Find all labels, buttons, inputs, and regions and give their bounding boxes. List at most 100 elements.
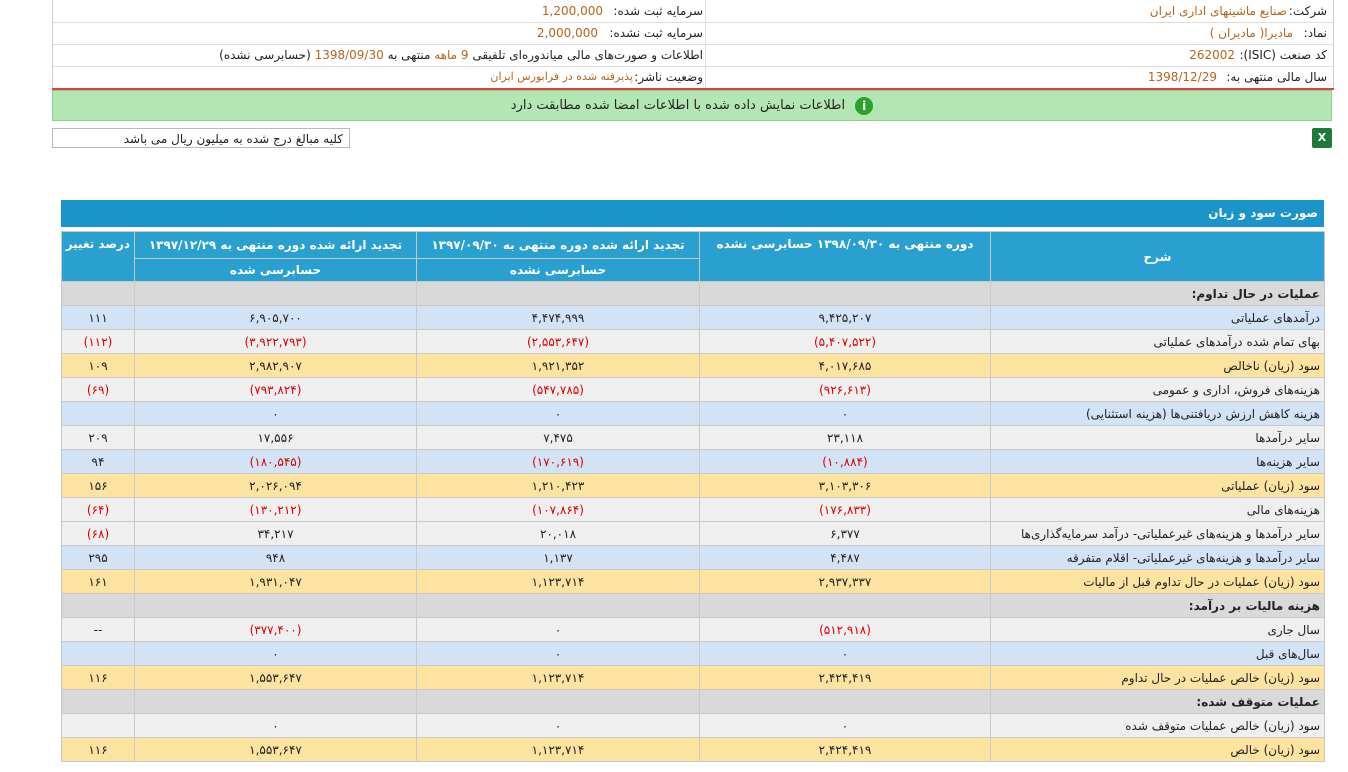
publisher-status-label: وضعیت ناشر: [634, 70, 703, 84]
row-label: سال جاری [990, 617, 1325, 642]
row-value-c2: (۵۴۷,۷۸۵) [416, 377, 700, 402]
row-value-c3: ۲,۰۲۶,۰۹۴ [134, 473, 417, 498]
row-value-c4: (۶۸) [61, 521, 135, 546]
table-row: سود (زیان) خالص عملیات در حال تداوم ۲,۴۲۴… [61, 665, 1325, 690]
isic-value: 262002 [1189, 48, 1235, 62]
info-row-isic: کد صنعت (ISIC): 262002 اطلاعات و صورت‌ها… [53, 44, 1333, 67]
isic-label: کد صنعت (ISIC): [1239, 48, 1327, 62]
row-value-c2: ۷,۴۷۵ [416, 425, 700, 450]
row-label: سود (زیان) خالص [990, 737, 1325, 762]
company-value[interactable]: صنایع ماشینهای اداری ایران [1150, 0, 1287, 22]
row-value-c2: ۱,۱۲۳,۷۱۴ [416, 569, 700, 594]
row-value-c1: (۱۷۶,۸۳۳) [699, 497, 991, 522]
row-value-c4 [61, 641, 135, 666]
table-row: سایر هزینه‌ها (۱۰,۸۸۴) (۱۷۰,۶۱۹) (۱۸۰,۵۴۵) ۹… [61, 449, 1325, 474]
row-value-c2: ۱,۱۳۷ [416, 545, 700, 570]
row-value-c4: -- [61, 617, 135, 642]
table-row: هزینه‌های فروش، اداری و عمومی (۹۲۶,۶۱۳) (۵… [61, 377, 1325, 402]
registered-capital-value: 1,200,000 [541, 4, 603, 18]
row-value-c4: ۱۱۱ [61, 305, 135, 330]
report-status: (حسابرسی نشده) [219, 48, 311, 62]
row-value-c2: ۰ [416, 401, 700, 426]
header-change-percent: درصد تغییر [61, 231, 135, 282]
row-value-c2: ۰ [416, 713, 700, 738]
header-desc: شرح [990, 231, 1325, 282]
row-value-c1: (۵۱۲,۹۱۸) [699, 617, 991, 642]
row-value-c1: ۰ [699, 713, 991, 738]
row-value-c1 [699, 593, 991, 618]
table-row: سایر درآمدها و هزینه‌های غیرعملیاتی- درآ… [61, 521, 1325, 546]
row-value-c3: ۶,۹۰۵,۷۰۰ [134, 305, 417, 330]
row-value-c1: ۰ [699, 401, 991, 426]
row-value-c3: (۳,۹۲۲,۷۹۳) [134, 329, 417, 354]
row-value-c3: ۰ [134, 641, 417, 666]
row-value-c3: (۳۷۷,۴۰۰) [134, 617, 417, 642]
row-value-c2: ۴,۴۷۴,۹۹۹ [416, 305, 700, 330]
row-value-c1: ۳,۱۰۳,۳۰۶ [699, 473, 991, 498]
row-label: سایر درآمدها [990, 425, 1325, 450]
amount-unit-note: کلیه مبالغ درج شده به میلیون ریال می باش… [52, 128, 350, 148]
row-value-c4 [61, 281, 135, 306]
row-value-c1: (۹۲۶,۶۱۳) [699, 377, 991, 402]
header-col1: دوره منتهی به ۱۳۹۸/۰۹/۳۰ حسابرسی نشده [699, 231, 991, 282]
row-value-c3 [134, 281, 417, 306]
row-label: هزینه کاهش ارزش دریافتنی‌ها (هزینه استثن… [990, 401, 1325, 426]
row-value-c2: (۱۰۷,۸۶۴) [416, 497, 700, 522]
row-value-c4: ۱۶۱ [61, 569, 135, 594]
row-label: عملیات متوقف شده: [990, 689, 1325, 714]
info-row-symbol: نماد: مادیرا( مادیران ) سرمایه ثبت نشده:… [53, 22, 1333, 45]
symbol-label: نماد: [1303, 26, 1327, 40]
company-info-panel: شرکت: صنایع ماشینهای اداری ایران سرمایه … [52, 0, 1334, 89]
table-row: سود (زیان) ناخالص ۴,۰۱۷,۶۸۵ ۱,۹۲۱,۳۵۲ ۲,۹۸۲… [61, 353, 1325, 378]
row-value-c2 [416, 281, 700, 306]
row-value-c3: ۰ [134, 401, 417, 426]
section-row: هزینه مالیات بر درآمد: [61, 593, 1325, 618]
unregistered-capital-value: 2,000,000 [536, 26, 598, 40]
row-value-c1: ۴,۴۸۷ [699, 545, 991, 570]
row-value-c4: ۱۰۹ [61, 353, 135, 378]
company-label: شرکت: [1288, 4, 1327, 18]
symbol-value[interactable]: مادیرا( مادیران ) [1210, 22, 1293, 44]
row-label: بهای تمام شده درآمدهای عملیاتی [990, 329, 1325, 354]
row-value-c2: ۱,۲۱۰,۴۲۳ [416, 473, 700, 498]
row-label: سایر درآمدها و هزینه‌های غیرعملیاتی- درآ… [990, 521, 1325, 546]
row-value-c2 [416, 593, 700, 618]
info-row-fiscal: سال مالی منتهی به: 1398/12/29 وضعیت ناشر… [53, 66, 1333, 89]
row-value-c4 [61, 689, 135, 714]
row-value-c3: ۰ [134, 713, 417, 738]
excel-icon[interactable]: X [1312, 128, 1332, 148]
row-label: سود (زیان) خالص عملیات متوقف شده [990, 713, 1325, 738]
report-desc-prefix: اطلاعات و صورت‌های مالی میاندوره‌ای تلفی… [472, 48, 703, 62]
row-value-c4: ۲۰۹ [61, 425, 135, 450]
info-icon: i [855, 96, 874, 115]
table-row: سود (زیان) عملیات در حال تداوم قبل از ما… [61, 569, 1325, 594]
report-ending: منتهی به [387, 48, 431, 62]
row-value-c2: ۲۰,۰۱۸ [416, 521, 700, 546]
table-row: بهای تمام شده درآمدهای عملیاتی (۵,۴۰۷,۵۲۲… [61, 329, 1325, 354]
row-value-c4: ۲۹۵ [61, 545, 135, 570]
fiscal-year-value: 1398/12/29 [1147, 70, 1217, 84]
row-value-c3: ۱,۵۵۳,۶۴۷ [134, 737, 417, 762]
row-value-c4 [61, 713, 135, 738]
row-value-c4: ۱۱۶ [61, 665, 135, 690]
row-value-c1: (۵,۴۰۷,۵۲۲) [699, 329, 991, 354]
header-col3-top: تجدید ارائه شده دوره منتهی به ۱۳۹۷/۱۲/۲۹ [134, 231, 417, 259]
row-value-c2: ۱,۱۲۳,۷۱۴ [416, 737, 700, 762]
row-value-c3: ۱۷,۵۵۶ [134, 425, 417, 450]
table-row: سود (زیان) عملیاتی ۳,۱۰۳,۳۰۶ ۱,۲۱۰,۴۲۳ ۲,۰۲… [61, 473, 1325, 498]
info-row-company: شرکت: صنایع ماشینهای اداری ایران سرمایه … [53, 0, 1333, 23]
row-value-c2 [416, 689, 700, 714]
row-value-c2: ۱,۹۲۱,۳۵۲ [416, 353, 700, 378]
section-row: عملیات در حال تداوم: [61, 281, 1325, 306]
table-row: سود (زیان) خالص عملیات متوقف شده ۰ ۰ ۰ [61, 713, 1325, 738]
row-value-c3: (۱۳۰,۲۱۲) [134, 497, 417, 522]
row-value-c1: (۱۰,۸۸۴) [699, 449, 991, 474]
report-months: 9 ماهه [434, 48, 469, 62]
row-label: هزینه‌های فروش، اداری و عمومی [990, 377, 1325, 402]
row-value-c2: ۰ [416, 617, 700, 642]
row-value-c4: ۹۴ [61, 449, 135, 474]
row-value-c1: ۰ [699, 641, 991, 666]
row-label: هزینه مالیات بر درآمد: [990, 593, 1325, 618]
table-row: سال جاری (۵۱۲,۹۱۸) ۰ (۳۷۷,۴۰۰) -- [61, 617, 1325, 642]
row-label: سال‌های قبل [990, 641, 1325, 666]
